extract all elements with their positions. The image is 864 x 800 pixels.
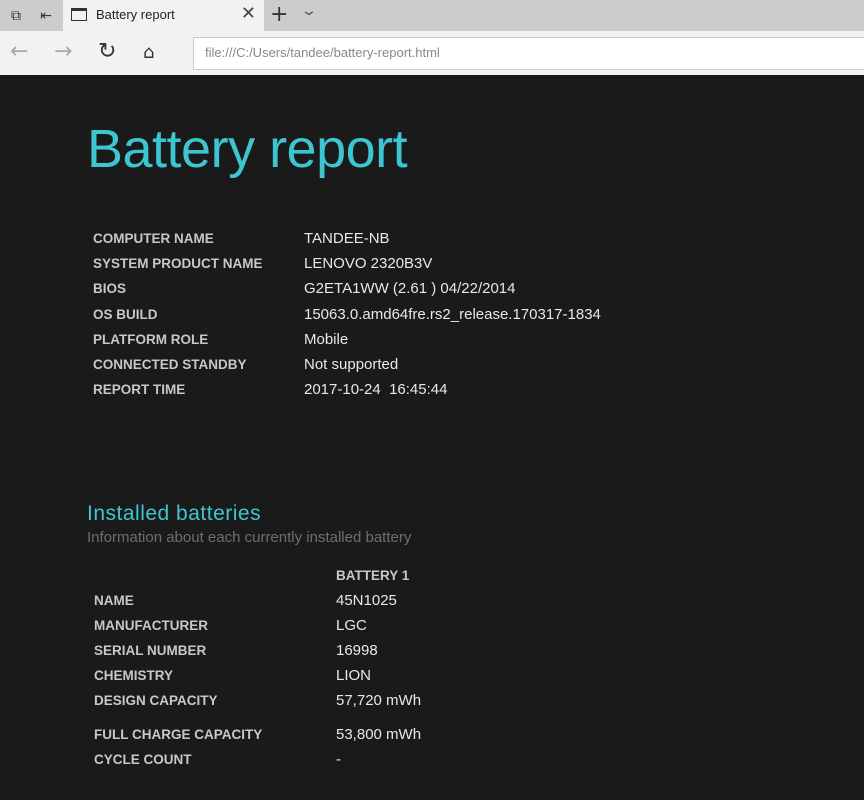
row-value: 57,720 mWh bbox=[336, 692, 422, 709]
row-value: G2ETA1WW (2.61 ) 04/22/2014 bbox=[304, 280, 516, 297]
row-value: LION bbox=[336, 667, 372, 684]
row-value: Not supported bbox=[304, 356, 399, 373]
forward-arrow-icon[interactable]: → bbox=[54, 39, 72, 64]
new-tab-button[interactable]: + bbox=[270, 2, 288, 27]
row-label: COMPUTER NAME bbox=[93, 231, 214, 246]
row-value: 15063.0.amd64fre.rs2_release.170317-1834 bbox=[304, 306, 601, 323]
row-label: DESIGN CAPACITY bbox=[94, 693, 218, 708]
row-label: BIOS bbox=[93, 281, 127, 296]
row-value: 16998 bbox=[336, 642, 378, 659]
row-label: CHEMISTRY bbox=[94, 668, 174, 683]
row-label: NAME bbox=[94, 593, 134, 608]
back-arrow-icon[interactable]: ← bbox=[10, 39, 28, 64]
installed-batteries-heading: Installed batteries bbox=[87, 502, 262, 525]
tabs-aside-icon[interactable]: ⧉ bbox=[6, 6, 26, 26]
address-bar[interactable]: file:///C:/Users/tandee/battery-report.h… bbox=[193, 37, 864, 70]
row-value: 53,800 mWh bbox=[336, 726, 422, 743]
tab-preview-chevron-icon[interactable]: ⌄ bbox=[300, 3, 318, 19]
row-label: MANUFACTURER bbox=[94, 618, 208, 633]
home-icon[interactable]: ⌂ bbox=[143, 42, 154, 63]
tab-battery-report[interactable]: Battery report ✕ bbox=[63, 0, 264, 31]
row-label: FULL CHARGE CAPACITY bbox=[94, 727, 263, 742]
row-label: CONNECTED STANDBY bbox=[93, 357, 247, 372]
battery-column-header: BATTERY 1 bbox=[336, 568, 410, 583]
row-label: SYSTEM PRODUCT NAME bbox=[93, 256, 263, 271]
row-value: 45N1025 bbox=[336, 592, 397, 609]
set-aside-tabs-icon[interactable]: ⇤ bbox=[36, 6, 56, 26]
refresh-icon[interactable]: ↻ bbox=[98, 39, 116, 64]
row-label: OS BUILD bbox=[93, 307, 158, 322]
url-text: file:///C:/Users/tandee/battery-report.h… bbox=[205, 45, 440, 60]
close-tab-icon[interactable]: ✕ bbox=[241, 3, 256, 24]
tab-strip: ⧉ ⇤ Battery report ✕ + ⌄ bbox=[0, 0, 864, 31]
row-label: PLATFORM ROLE bbox=[93, 332, 209, 347]
row-value: Mobile bbox=[304, 331, 349, 348]
row-label: SERIAL NUMBER bbox=[94, 643, 207, 658]
installed-batteries-subtitle: Information about each currently install… bbox=[87, 529, 412, 546]
page-icon bbox=[71, 8, 87, 21]
row-value: 2017-10-24 16:45:44 bbox=[304, 381, 448, 398]
row-value: TANDEE-NB bbox=[304, 230, 390, 247]
page-title: Battery report bbox=[87, 119, 408, 179]
row-label: REPORT TIME bbox=[93, 382, 186, 397]
row-value: LGC bbox=[336, 617, 367, 634]
tab-title: Battery report bbox=[96, 7, 175, 22]
row-value: LENOVO 2320B3V bbox=[304, 255, 433, 272]
row-label: CYCLE COUNT bbox=[94, 752, 192, 767]
nav-bar: ← → ↻ ⌂ file:///C:/Users/tandee/battery-… bbox=[0, 31, 864, 75]
row-value: - bbox=[336, 751, 341, 768]
